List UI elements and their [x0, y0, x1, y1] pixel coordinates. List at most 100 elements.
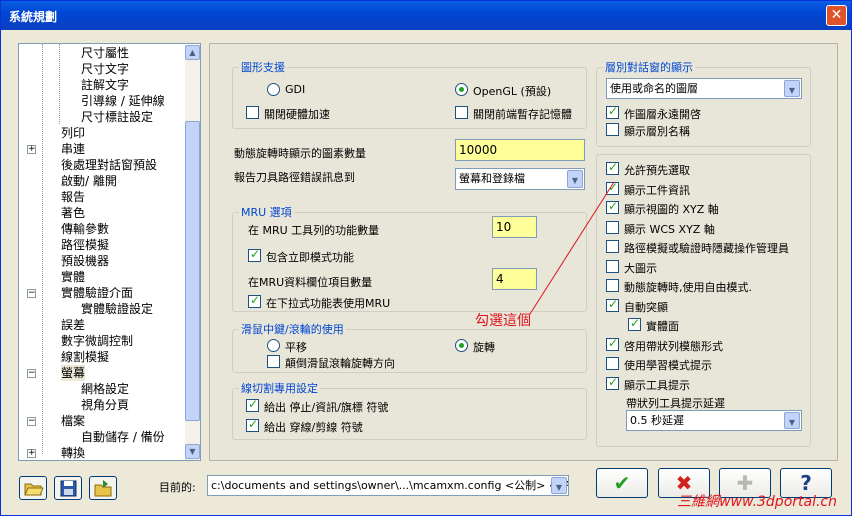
tooltip-delay-select[interactable]: 0.5 秒延遲 ▼	[626, 410, 802, 431]
scroll-down-icon[interactable]: ▼	[185, 444, 200, 459]
disable-hw-checkbox[interactable]	[246, 106, 259, 119]
tooltip-delay-label: 帶狀列工具提示延遲	[626, 397, 725, 410]
option-checkbox[interactable]	[606, 357, 619, 370]
option-checkbox[interactable]	[606, 375, 619, 390]
tree-item-startup[interactable]: 啟動/ 離開	[61, 173, 117, 189]
mru-legend: MRU 選項	[241, 206, 292, 219]
scroll-up-icon[interactable]: ▲	[185, 45, 200, 60]
report-errors-label: 報告刀具路徑錯誤訊息到	[234, 171, 355, 184]
tree-item-solids[interactable]: 實體	[61, 269, 85, 285]
wire-opt1-label: 給出 停止/資訊/旗標 符號	[264, 401, 389, 414]
open-config-button[interactable]	[19, 476, 47, 500]
chevron-down-icon[interactable]: ▼	[784, 412, 800, 429]
pan-radio[interactable]	[267, 339, 280, 352]
current-config-label: 目前的:	[159, 481, 196, 494]
include-immediate-label: 包含立即模式功能	[266, 251, 354, 264]
wire-legend: 線切割專用設定	[241, 382, 318, 395]
tree-item-shading[interactable]: 著色	[61, 205, 85, 221]
collapse-icon[interactable]: −	[27, 417, 36, 426]
wire-opt2-label: 給出 穿線/剪線 符號	[264, 421, 363, 434]
rotate-label: 旋轉	[473, 341, 495, 354]
tree-item-print[interactable]: 列印	[61, 125, 85, 141]
tree-item-dim-settings[interactable]: 尺寸標註設定	[81, 109, 153, 125]
watermark-text: 三維網www.3dportal.cn	[677, 494, 837, 510]
option-label: 顯示 WCS XYZ 軸	[624, 223, 715, 236]
tree-item-verify-settings[interactable]: 實體驗證設定	[81, 301, 153, 317]
tree-item-report[interactable]: 報告	[61, 189, 85, 205]
show-names-label: 顯示層別名稱	[624, 125, 690, 138]
disable-front-checkbox[interactable]	[455, 106, 468, 119]
close-button[interactable]: ✕	[826, 5, 847, 26]
chevron-down-icon[interactable]: ▼	[551, 477, 567, 494]
save-config-button[interactable]	[54, 476, 82, 500]
dynamic-count-input[interactable]: 10000	[455, 139, 585, 161]
tree-item-convert[interactable]: 轉換	[61, 445, 85, 461]
expand-icon[interactable]: +	[27, 449, 36, 458]
tree-item-default-machine[interactable]: 預設機器	[61, 253, 109, 269]
tree-item-post-dialog[interactable]: 後處理對話窗預設	[61, 157, 157, 173]
reverse-wheel-checkbox[interactable]	[267, 355, 280, 368]
wire-opt2-checkbox[interactable]	[246, 417, 259, 432]
option-label: 大圖示	[624, 262, 657, 275]
chevron-down-icon[interactable]: ▼	[784, 80, 800, 97]
current-config-select[interactable]: c:\documents and settings\owner\...\mcam…	[207, 475, 569, 496]
tree-item-files[interactable]: 檔案	[61, 413, 85, 429]
collapse-icon[interactable]: −	[27, 369, 36, 378]
expand-icon[interactable]: +	[27, 145, 36, 154]
folder-arrow-icon	[94, 480, 112, 497]
tree-item-tolerance[interactable]: 誤差	[61, 317, 85, 333]
mru-field-label: 在MRU資料欄位項目數量	[248, 276, 373, 289]
disable-front-label: 關閉前端暫存記憶體	[473, 108, 572, 121]
gdi-label: GDI	[285, 83, 306, 96]
reverse-wheel-label: 顛倒滑鼠滾輪旋轉方向	[285, 357, 395, 370]
include-immediate-checkbox[interactable]	[248, 247, 261, 262]
option-label: 顯示視圖的 XYZ 軸	[624, 203, 719, 216]
tree-item-screen[interactable]: 螢幕	[61, 365, 86, 381]
option-label: 允許預先選取	[624, 164, 690, 177]
tree-item-chain[interactable]: 串連	[61, 141, 85, 157]
option-checkbox[interactable]	[606, 336, 619, 351]
tree-item-dim-attr[interactable]: 尺寸屬性	[81, 45, 129, 61]
always-fast-label: 作圖層永遠開啓	[624, 108, 701, 121]
wire-opt1-checkbox[interactable]	[246, 397, 259, 412]
window-title: 系統規劃	[9, 10, 58, 24]
scroll-thumb[interactable]	[185, 121, 200, 421]
collapse-icon[interactable]: −	[27, 289, 36, 298]
tree-item-verify-ui[interactable]: 實體驗證介面	[61, 285, 133, 301]
tree-item-dim-text[interactable]: 尺寸文字	[81, 61, 129, 77]
rotate-radio[interactable]	[455, 339, 468, 352]
opengl-radio[interactable]	[455, 83, 468, 96]
option-label: 啓用帶狀列模態形式	[624, 340, 723, 353]
settings-tree[interactable]: 尺寸屬性 尺寸文字 註解文字 引導線 / 延伸線 尺寸標註設定 列印 + 串連 …	[18, 43, 201, 461]
show-names-checkbox[interactable]	[606, 123, 619, 136]
layer-select-value: 使用或命名的圖層	[610, 82, 698, 95]
title-bar[interactable]: 系統規劃 ✕	[1, 1, 851, 30]
tree-item-comm[interactable]: 傳輸參數	[61, 221, 109, 237]
dynamic-count-label: 動態旋轉時顯示的圖素數量	[234, 147, 366, 160]
option-label: 顯示工具提示	[624, 379, 690, 392]
always-fast-checkbox[interactable]	[606, 104, 619, 119]
tree-item-wire-sim[interactable]: 線割模擬	[61, 349, 109, 365]
merge-config-button[interactable]	[89, 476, 117, 500]
ok-button[interactable]: ✔	[596, 468, 648, 498]
tree-item-leader[interactable]: 引導線 / 延伸線	[81, 93, 165, 109]
option-checkbox[interactable]	[628, 316, 641, 331]
current-config-value: c:\documents and settings\owner\...\mcam…	[211, 479, 569, 492]
tree-item-note-text[interactable]: 註解文字	[81, 77, 129, 93]
gdi-radio[interactable]	[267, 83, 280, 96]
settings-panel: 圖形支援 GDI OpenGL (預設) 關閉硬體加速 關閉前端暫存記憶體 動態…	[209, 43, 838, 461]
tree-item-grid[interactable]: 網格設定	[81, 381, 129, 397]
disable-hw-label: 關閉硬體加速	[264, 108, 330, 121]
graphics-legend: 圖形支援	[241, 61, 285, 74]
annotation-arrow	[529, 181, 615, 315]
use-dropdown-label: 在下拉式功能表使用MRU	[266, 297, 391, 310]
tree-item-backplot[interactable]: 路徑模擬	[61, 237, 109, 253]
tree-item-autosave[interactable]: 自動儲存 / 備份	[81, 429, 165, 445]
tree-item-spin-control[interactable]: 數字微調控制	[61, 333, 133, 349]
tree-item-viewsheet[interactable]: 視角分頁	[81, 397, 129, 413]
option-label: 自動突顯	[624, 301, 668, 314]
layer-select[interactable]: 使用或命名的圖層 ▼	[606, 78, 802, 99]
tree-scrollbar[interactable]: ▲ ▼	[185, 45, 200, 460]
use-dropdown-checkbox[interactable]	[248, 293, 261, 308]
report-errors-value: 螢幕和登錄檔	[459, 172, 525, 185]
